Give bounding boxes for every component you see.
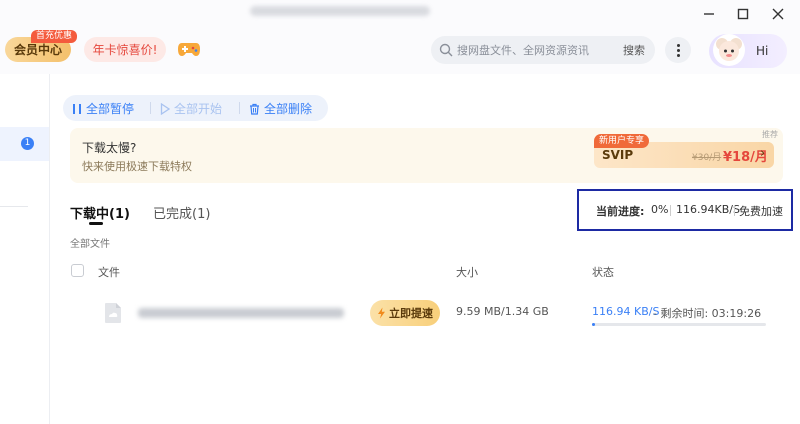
column-header-file: 文件 [98, 266, 120, 279]
pause-all-label: 全部暂停 [86, 102, 135, 116]
lightning-icon [378, 307, 385, 319]
all-files-label: 全部文件 [70, 239, 110, 250]
pause-icon [73, 103, 81, 114]
progress-speed: 116.94KB/S [676, 203, 740, 216]
svip-label: SVIP [602, 148, 634, 162]
delete-all-button[interactable]: 全部删除 [249, 100, 312, 117]
avatar [713, 34, 745, 66]
column-header-size: 大小 [456, 266, 478, 279]
start-all-button[interactable]: 全部开始 [160, 100, 222, 117]
more-dots-icon [676, 43, 680, 47]
progress-label: 当前进度: [596, 205, 645, 218]
download-rate: 116.94 KB/S [592, 305, 660, 318]
tab-downloading[interactable]: 下载中(1) [70, 203, 130, 222]
top-header: 会员中心 首充优惠 年卡惊喜价! 搜网盘文件、全网资源资讯 搜索 Hi [0, 26, 800, 74]
banner-title: 下载太慢? [82, 141, 137, 155]
toolbar-divider [239, 102, 240, 114]
more-menu-button[interactable] [665, 37, 691, 63]
sidebar: 1 [0, 74, 50, 424]
trash-icon [250, 103, 259, 115]
active-tab-indicator [89, 222, 103, 225]
column-header-status: 状态 [592, 266, 614, 279]
chevron-right-icon: › [760, 146, 766, 161]
title-bar [0, 0, 800, 26]
banner-subtitle: 快来使用极速下载特权 [82, 160, 192, 173]
close-icon[interactable] [766, 4, 790, 24]
new-user-tag: 新用户专享 [594, 134, 650, 148]
file-size: 9.59 MB/1.34 GB [456, 305, 549, 318]
download-toolbar: 全部暂停 全部开始 全部删除 [63, 95, 328, 121]
window-title-redacted [250, 6, 430, 16]
greeting-text: Hi [756, 44, 769, 58]
search-icon [439, 43, 453, 57]
progress-percent: 0% [651, 203, 669, 216]
svip-offer-button[interactable]: 新用户专享 SVIP ¥30/月 ¥18/月 › [594, 134, 774, 168]
gamepad-icon[interactable] [177, 40, 201, 58]
progress-divider [670, 205, 671, 216]
download-count-badge: 1 [21, 137, 34, 150]
search-input[interactable]: 搜网盘文件、全网资源资讯 [457, 42, 589, 58]
user-avatar-button[interactable]: Hi [709, 34, 787, 68]
boost-now-button[interactable]: 立即提速 [370, 300, 440, 326]
maximize-icon[interactable] [731, 4, 755, 24]
annual-promo-label: 年卡惊喜价! [92, 43, 158, 57]
table-row[interactable]: 立即提速 9.59 MB/1.34 GB 116.94 KB/S - 剩余时间:… [70, 292, 780, 334]
file-icon [105, 303, 121, 323]
time-remaining: - 剩余时间: 03:19:26 [653, 307, 762, 320]
download-progress-fill [592, 323, 596, 326]
recommend-tag: 推荐 [762, 130, 778, 139]
speed-promo-banner: 下载太慢? 快来使用极速下载特权 推荐 新用户专享 SVIP ¥30/月 ¥18… [70, 128, 783, 183]
minimize-icon[interactable] [697, 4, 721, 24]
annual-promo-button[interactable]: 年卡惊喜价! [84, 37, 166, 62]
tab-completed[interactable]: 已完成(1) [153, 203, 210, 222]
sidebar-divider [0, 206, 28, 207]
current-progress-panel: 当前进度: 0% 116.94KB/S 免费加速 [577, 189, 793, 231]
free-boost-link[interactable]: 免费加速 [739, 203, 783, 219]
search-box[interactable]: 搜网盘文件、全网资源资讯 搜索 [431, 36, 655, 64]
progress-divider [734, 205, 735, 216]
svip-original-price: ¥30/月 [692, 153, 722, 163]
search-button[interactable]: 搜索 [623, 42, 645, 58]
boost-now-label: 立即提速 [389, 307, 433, 320]
pause-all-button[interactable]: 全部暂停 [72, 100, 134, 117]
file-name-redacted [138, 308, 344, 318]
first-charge-tag: 首充优惠 [31, 30, 78, 43]
delete-all-label: 全部删除 [264, 102, 313, 116]
toolbar-divider [150, 102, 151, 114]
download-progress-bar [592, 323, 766, 326]
select-all-checkbox[interactable] [71, 264, 84, 277]
start-all-label: 全部开始 [174, 102, 223, 116]
vip-center-label: 会员中心 [13, 43, 62, 57]
play-icon [160, 102, 170, 115]
